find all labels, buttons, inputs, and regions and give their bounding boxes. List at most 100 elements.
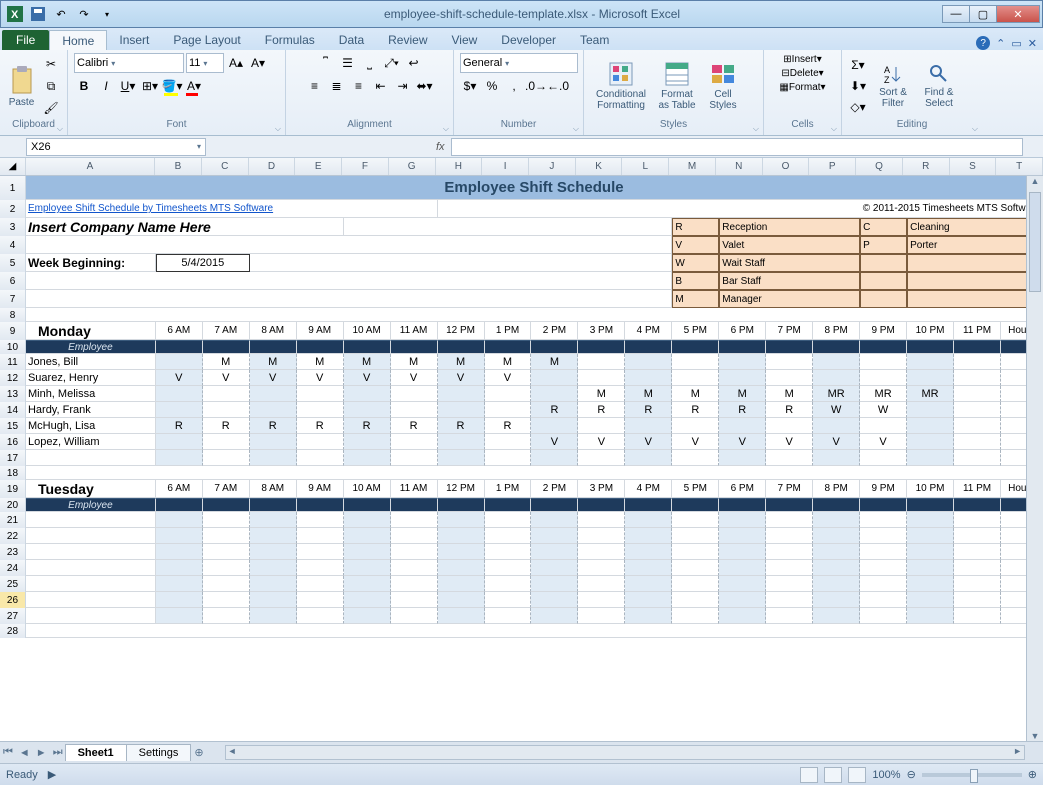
shift-cell[interactable]: M	[297, 354, 344, 370]
shift-cell[interactable]	[672, 512, 719, 528]
subhdr[interactable]	[297, 340, 344, 354]
shift-cell[interactable]	[672, 370, 719, 386]
help-icon[interactable]: ?	[976, 36, 990, 50]
shift-cell[interactable]	[578, 418, 625, 434]
legend-code[interactable]: V	[672, 236, 719, 254]
shift-cell[interactable]	[954, 576, 1001, 592]
time-header[interactable]: 10 PM	[907, 480, 954, 498]
font-name-combo[interactable]: Calibri	[74, 53, 184, 73]
shift-cell[interactable]: V	[813, 434, 860, 450]
col-header-L[interactable]: L	[622, 158, 669, 175]
col-header-M[interactable]: M	[669, 158, 716, 175]
sheet-title[interactable]: Employee Shift Schedule	[26, 176, 1043, 200]
time-header[interactable]: 12 PM	[438, 322, 485, 340]
shift-cell[interactable]	[250, 402, 297, 418]
subhdr[interactable]	[485, 498, 532, 512]
shift-cell[interactable]	[907, 528, 954, 544]
minimize-button[interactable]: —	[942, 5, 970, 23]
decrease-font-icon[interactable]: A▾	[248, 53, 268, 73]
row-header[interactable]: 22	[0, 528, 26, 544]
align-center-icon[interactable]: ≣	[327, 76, 347, 96]
shift-cell[interactable]	[766, 592, 813, 608]
workbook-close-icon[interactable]: ✕	[1028, 37, 1037, 50]
shift-cell[interactable]	[438, 386, 485, 402]
shift-cell[interactable]: M	[719, 386, 766, 402]
col-header-T[interactable]: T	[996, 158, 1043, 175]
time-header[interactable]: 9 PM	[860, 322, 907, 340]
formula-input[interactable]	[451, 138, 1023, 156]
legend-name[interactable]: Wait Staff	[719, 254, 860, 272]
shift-cell[interactable]	[578, 370, 625, 386]
shift-cell[interactable]	[625, 354, 672, 370]
subhdr[interactable]	[531, 498, 578, 512]
shift-cell[interactable]	[625, 592, 672, 608]
shift-cell[interactable]	[625, 608, 672, 624]
shift-cell[interactable]: V	[719, 434, 766, 450]
row-header[interactable]: 1	[0, 176, 26, 200]
time-header[interactable]: 9 AM	[297, 322, 344, 340]
time-header[interactable]: 3 PM	[578, 480, 625, 498]
col-header-R[interactable]: R	[903, 158, 950, 175]
shift-cell[interactable]: V	[485, 370, 532, 386]
time-header[interactable]: 7 AM	[203, 480, 250, 498]
zoom-slider[interactable]	[922, 773, 1022, 777]
shift-cell[interactable]	[907, 450, 954, 466]
insert-cells-button[interactable]: ⊞ Insert ▾	[780, 53, 824, 66]
subhdr[interactable]	[813, 340, 860, 354]
shift-cell[interactable]	[344, 576, 391, 592]
copyright-text[interactable]: © 2011-2015 Timesheets MTS Software	[438, 200, 1043, 218]
shift-cell[interactable]	[344, 544, 391, 560]
shift-cell[interactable]: M	[578, 386, 625, 402]
ribbon-tab-home[interactable]: Home	[49, 30, 107, 50]
decrease-decimal-icon[interactable]: ←.0	[548, 76, 568, 96]
shift-cell[interactable]	[250, 528, 297, 544]
shift-cell[interactable]	[203, 576, 250, 592]
shift-cell[interactable]	[391, 544, 438, 560]
subhdr[interactable]	[391, 498, 438, 512]
shift-cell[interactable]: R	[391, 418, 438, 434]
subhdr[interactable]	[578, 498, 625, 512]
employee-name[interactable]: Suarez, Henry	[26, 370, 156, 386]
subhdr[interactable]	[719, 340, 766, 354]
shift-cell[interactable]	[250, 512, 297, 528]
page-layout-view-icon[interactable]	[824, 767, 842, 783]
shift-cell[interactable]	[672, 418, 719, 434]
row-header[interactable]: 15	[0, 418, 26, 434]
shift-cell[interactable]	[813, 592, 860, 608]
time-header[interactable]: 12 PM	[438, 480, 485, 498]
col-header-A[interactable]: A	[26, 158, 155, 175]
shift-cell[interactable]	[203, 544, 250, 560]
subhdr[interactable]	[156, 498, 203, 512]
shift-cell[interactable]	[907, 576, 954, 592]
subhdr[interactable]	[907, 498, 954, 512]
row-header[interactable]: 12	[0, 370, 26, 386]
shift-cell[interactable]	[344, 512, 391, 528]
shift-cell[interactable]	[766, 560, 813, 576]
shift-cell[interactable]: V	[344, 370, 391, 386]
cut-icon[interactable]: ✂	[41, 54, 61, 74]
legend-code2[interactable]: C	[860, 218, 907, 236]
employee-name[interactable]: Lopez, William	[26, 434, 156, 450]
shift-cell[interactable]: MR	[813, 386, 860, 402]
shift-cell[interactable]	[719, 354, 766, 370]
row-header[interactable]: 14	[0, 402, 26, 418]
shift-cell[interactable]: V	[250, 370, 297, 386]
shift-cell[interactable]: R	[578, 402, 625, 418]
shift-cell[interactable]	[156, 450, 203, 466]
cell-styles-button[interactable]: Cell Styles	[702, 54, 744, 118]
shift-cell[interactable]: R	[438, 418, 485, 434]
shift-cell[interactable]	[297, 386, 344, 402]
shift-cell[interactable]	[719, 450, 766, 466]
subhdr[interactable]	[860, 340, 907, 354]
shift-cell[interactable]	[578, 354, 625, 370]
shift-cell[interactable]	[625, 512, 672, 528]
shift-cell[interactable]	[672, 450, 719, 466]
time-header[interactable]: 7 PM	[766, 480, 813, 498]
new-sheet-icon[interactable]: ⊕	[191, 746, 206, 759]
shift-cell[interactable]	[297, 528, 344, 544]
subhdr[interactable]	[250, 498, 297, 512]
fill-color-button[interactable]: 🪣▾	[162, 76, 182, 96]
legend-code2[interactable]	[860, 290, 907, 308]
shift-cell[interactable]	[391, 434, 438, 450]
shift-cell[interactable]	[813, 418, 860, 434]
